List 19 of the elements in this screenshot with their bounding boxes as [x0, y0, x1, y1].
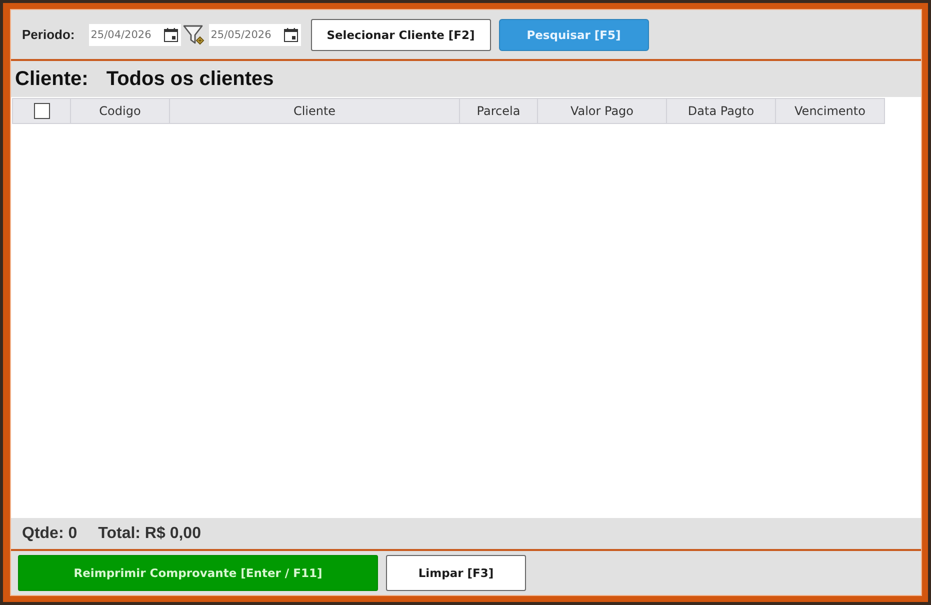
period-label: Periodo: — [22, 27, 75, 42]
calendar-icon[interactable] — [164, 28, 178, 42]
end-date-field[interactable]: 25/05/2026 — [208, 24, 301, 46]
column-header[interactable]: Cliente — [170, 98, 460, 124]
client-label: Cliente: — [15, 68, 88, 90]
column-header[interactable]: Codigo — [71, 98, 170, 124]
clear-button[interactable]: Limpar [F3] — [386, 555, 526, 591]
filter-icon[interactable] — [182, 24, 207, 48]
column-header[interactable]: Vencimento — [776, 98, 885, 124]
start-date-field[interactable]: 25/04/2026 — [88, 24, 181, 46]
total-text: Total: R$ 0,00 — [98, 524, 201, 542]
calendar-icon[interactable] — [284, 28, 298, 42]
select-all-checkbox[interactable] — [34, 103, 50, 119]
column-header[interactable]: Parcela — [460, 98, 538, 124]
select-client-button[interactable]: Selecionar Cliente [F2] — [310, 18, 491, 50]
column-header[interactable]: Valor Pago — [538, 98, 667, 124]
quantity-text: Qtde: 0 — [22, 524, 78, 542]
column-header[interactable]: Data Pagto — [667, 98, 776, 124]
client-value: Todos os clientes — [106, 68, 274, 90]
